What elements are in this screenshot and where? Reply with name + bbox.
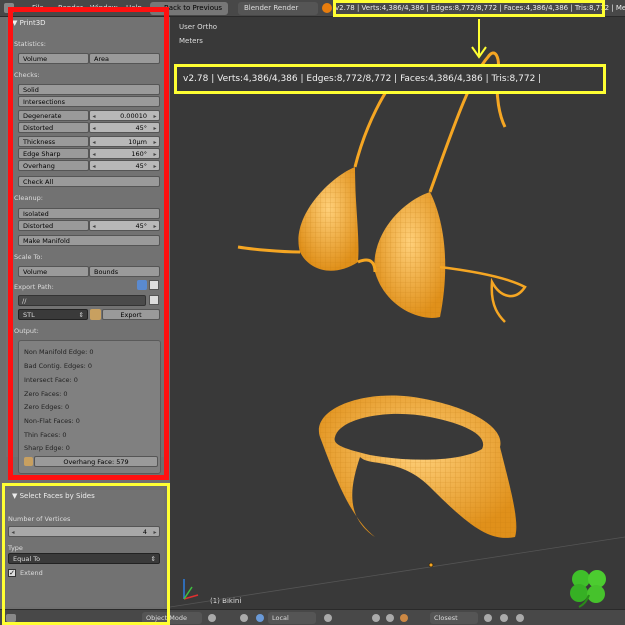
solid-button[interactable]: Solid [18, 84, 160, 95]
tool-shelf: ▼ Print3D Statistics: Volume Area Checks… [0, 17, 170, 609]
output-line: Non-Flat Faces: 0 [24, 417, 80, 425]
snap-icon[interactable] [386, 614, 394, 622]
output-line: Thin Faces: 0 [24, 431, 67, 439]
snap-element-icon[interactable] [400, 614, 408, 622]
mesh-render [170, 51, 625, 608]
select-arrows-icon: ⇕ [150, 555, 156, 563]
output-line: Non Manifold Edge: 0 [24, 348, 94, 356]
select-sides-title: Select Faces by Sides [19, 492, 95, 500]
viewport-shading-icon[interactable] [208, 614, 216, 622]
eyedropper-icon[interactable] [137, 280, 147, 290]
cleanup-distorted-field[interactable]: ◂ 45° ▸ [89, 220, 160, 231]
file-browse-icon[interactable] [149, 280, 159, 290]
scale-volume-button[interactable]: Volume [18, 266, 89, 277]
make-manifold-button[interactable]: Make Manifold [18, 235, 160, 246]
degenerate-field[interactable]: ◂ 0.00010 ▸ [89, 110, 160, 121]
volume-button[interactable]: Volume [18, 53, 89, 64]
overhang-field[interactable]: ◂ 45° ▸ [89, 160, 160, 171]
thickness-button[interactable]: Thickness [18, 136, 89, 147]
back-to-previous-button[interactable]: Back to Previous [150, 2, 228, 15]
align-rotation-icon[interactable] [484, 614, 492, 622]
print3d-title: Print3D [19, 19, 46, 27]
scene-stats: v2.78 | Verts:4,386/4,386 | Edges:8,772/… [335, 4, 625, 12]
menu-help[interactable]: Help [126, 2, 142, 15]
cleanup-label: Cleanup: [14, 194, 43, 202]
select-sides-panel: ▼ Select Faces by Sides [6, 490, 164, 607]
top-header-bar: File Render Window Help Back to Previous… [0, 0, 625, 17]
output-line: Zero Faces: 0 [24, 390, 68, 398]
cleanup-distorted-button[interactable]: Distorted [18, 220, 89, 231]
callout-arrow-icon [471, 19, 487, 59]
export-path-label: Export Path: [14, 283, 54, 291]
edge-sharp-button[interactable]: Edge Sharp [18, 148, 89, 159]
thickness-field[interactable]: ◂ 10μm ▸ [89, 136, 160, 147]
degenerate-button[interactable]: Degenerate [18, 110, 89, 121]
3d-viewport[interactable]: User Ortho Meters (1) Bikini [170, 17, 625, 609]
export-settings-icon[interactable] [90, 309, 101, 320]
export-button[interactable]: Export [102, 309, 160, 320]
num-vertices-label: Number of Vertices [8, 515, 71, 523]
area-button[interactable]: Area [89, 53, 160, 64]
export-path-input[interactable]: // [18, 295, 146, 306]
output-label: Output: [14, 327, 39, 335]
print3d-panel-header[interactable]: ▼ Print3D [6, 17, 164, 30]
type-label: Type [8, 544, 23, 552]
menu-window[interactable]: Window [90, 2, 118, 15]
output-line: Bad Contig. Edges: 0 [24, 362, 93, 370]
back-tie [439, 265, 527, 323]
snap-target-select[interactable]: Closest [430, 612, 478, 624]
view3d-editor-icon[interactable] [6, 614, 16, 622]
proportional-edit-icon[interactable] [372, 614, 380, 622]
distorted-field[interactable]: ◂ 45° ▸ [89, 122, 160, 133]
overhang-face-button[interactable]: Overhang Face: 579 [34, 456, 158, 467]
blender-window: File Render Window Help Back to Previous… [0, 0, 625, 625]
overhang-button[interactable]: Overhang [18, 160, 89, 171]
isolated-button[interactable]: Isolated [18, 208, 160, 219]
edge-sharp-field[interactable]: ◂ 160° ▸ [89, 148, 160, 159]
back-band-left [237, 245, 301, 254]
export-format-select[interactable]: STL ⇕ [18, 309, 88, 320]
render-preview-icon[interactable] [500, 614, 508, 622]
statistics-label: Statistics: [14, 40, 46, 48]
bottom-header-bar: Object Mode Local Closest [0, 609, 625, 625]
num-vertices-field[interactable]: ◂ 4 ▸ [8, 526, 160, 537]
manipulator-icon[interactable] [256, 614, 264, 622]
folder-icon[interactable] [149, 295, 159, 305]
extend-label: Extend [20, 569, 43, 577]
floor-grid-line [170, 536, 625, 608]
menu-file[interactable]: File [32, 2, 44, 15]
camera-icon[interactable] [516, 614, 524, 622]
select-arrows-icon: ⇕ [78, 311, 84, 319]
pivot-point-icon[interactable] [240, 614, 248, 622]
scale-bounds-button[interactable]: Bounds [89, 266, 160, 277]
select-faces-icon[interactable] [24, 457, 33, 466]
scale-to-label: Scale To: [14, 253, 43, 261]
stats-callout: v2.78 | Verts:4,386/4,386 | Edges:8,772/… [174, 64, 606, 94]
extend-checkbox[interactable]: ✓ [8, 569, 16, 577]
checks-label: Checks: [14, 71, 40, 79]
distorted-button[interactable]: Distorted [18, 122, 89, 133]
orientation-select[interactable]: Local [268, 612, 316, 624]
menu-render[interactable]: Render [58, 2, 83, 15]
output-line: Intersect Face: 0 [24, 376, 78, 384]
mode-select[interactable]: Object Mode [142, 612, 202, 624]
editor-type-icon[interactable] [4, 3, 14, 13]
select-sides-panel-header[interactable]: ▼ Select Faces by Sides [6, 490, 164, 503]
intersections-button[interactable]: Intersections [18, 96, 160, 107]
check-all-button[interactable]: Check All [18, 176, 160, 187]
blender-logo-icon [322, 3, 332, 13]
output-line: Sharp Edge: 0 [24, 444, 70, 452]
layers-icon[interactable] [324, 614, 332, 622]
output-line: Zero Edges: 0 [24, 403, 70, 411]
3d-cursor-icon [428, 562, 434, 568]
type-select[interactable]: Equal To ⇕ [8, 553, 160, 564]
center-gore [357, 258, 377, 273]
render-engine-select[interactable]: Blender Render [238, 2, 318, 15]
clover-logo-icon [570, 570, 606, 608]
